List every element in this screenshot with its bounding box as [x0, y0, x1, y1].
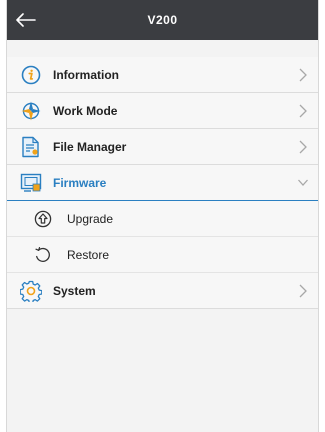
- back-button[interactable]: [13, 8, 39, 32]
- menu-item-system[interactable]: System: [7, 273, 318, 309]
- top-bar: V200: [7, 0, 318, 40]
- chevron-down-icon: [298, 179, 308, 186]
- firmware-icon: [20, 172, 42, 194]
- submenu-item-upgrade[interactable]: Upgrade: [7, 201, 318, 237]
- compass-icon: [20, 100, 42, 122]
- menu-item-label: Firmware: [53, 175, 107, 190]
- settings-menu: Information Work Mode File Manager Firmw…: [7, 57, 318, 309]
- header-spacer: [7, 40, 318, 57]
- submenu-item-label: Upgrade: [67, 211, 114, 226]
- menu-item-label: System: [53, 283, 96, 298]
- submenu-item-restore[interactable]: Restore: [7, 237, 318, 273]
- chevron-right-icon: [299, 140, 307, 154]
- menu-item-label: File Manager: [53, 139, 127, 154]
- menu-item-work-mode[interactable]: Work Mode: [7, 93, 318, 129]
- restore-icon: [33, 245, 53, 265]
- page-title: V200: [147, 13, 178, 27]
- menu-item-information[interactable]: Information: [7, 57, 318, 93]
- file-manager-icon: [20, 136, 42, 158]
- menu-item-firmware[interactable]: Firmware: [7, 165, 318, 201]
- chevron-right-icon: [299, 104, 307, 118]
- menu-item-file-manager[interactable]: File Manager: [7, 129, 318, 165]
- submenu-item-label: Restore: [67, 247, 110, 262]
- gear-icon: [20, 280, 42, 302]
- chevron-right-icon: [299, 284, 307, 298]
- menu-item-label: Information: [53, 67, 119, 82]
- upgrade-icon: [33, 209, 53, 229]
- back-arrow-icon: [16, 13, 36, 27]
- menu-item-label: Work Mode: [53, 103, 118, 118]
- app-frame: V200 Information Work Mode File Manager …: [6, 0, 319, 432]
- info-icon: [20, 64, 42, 86]
- chevron-right-icon: [299, 68, 307, 82]
